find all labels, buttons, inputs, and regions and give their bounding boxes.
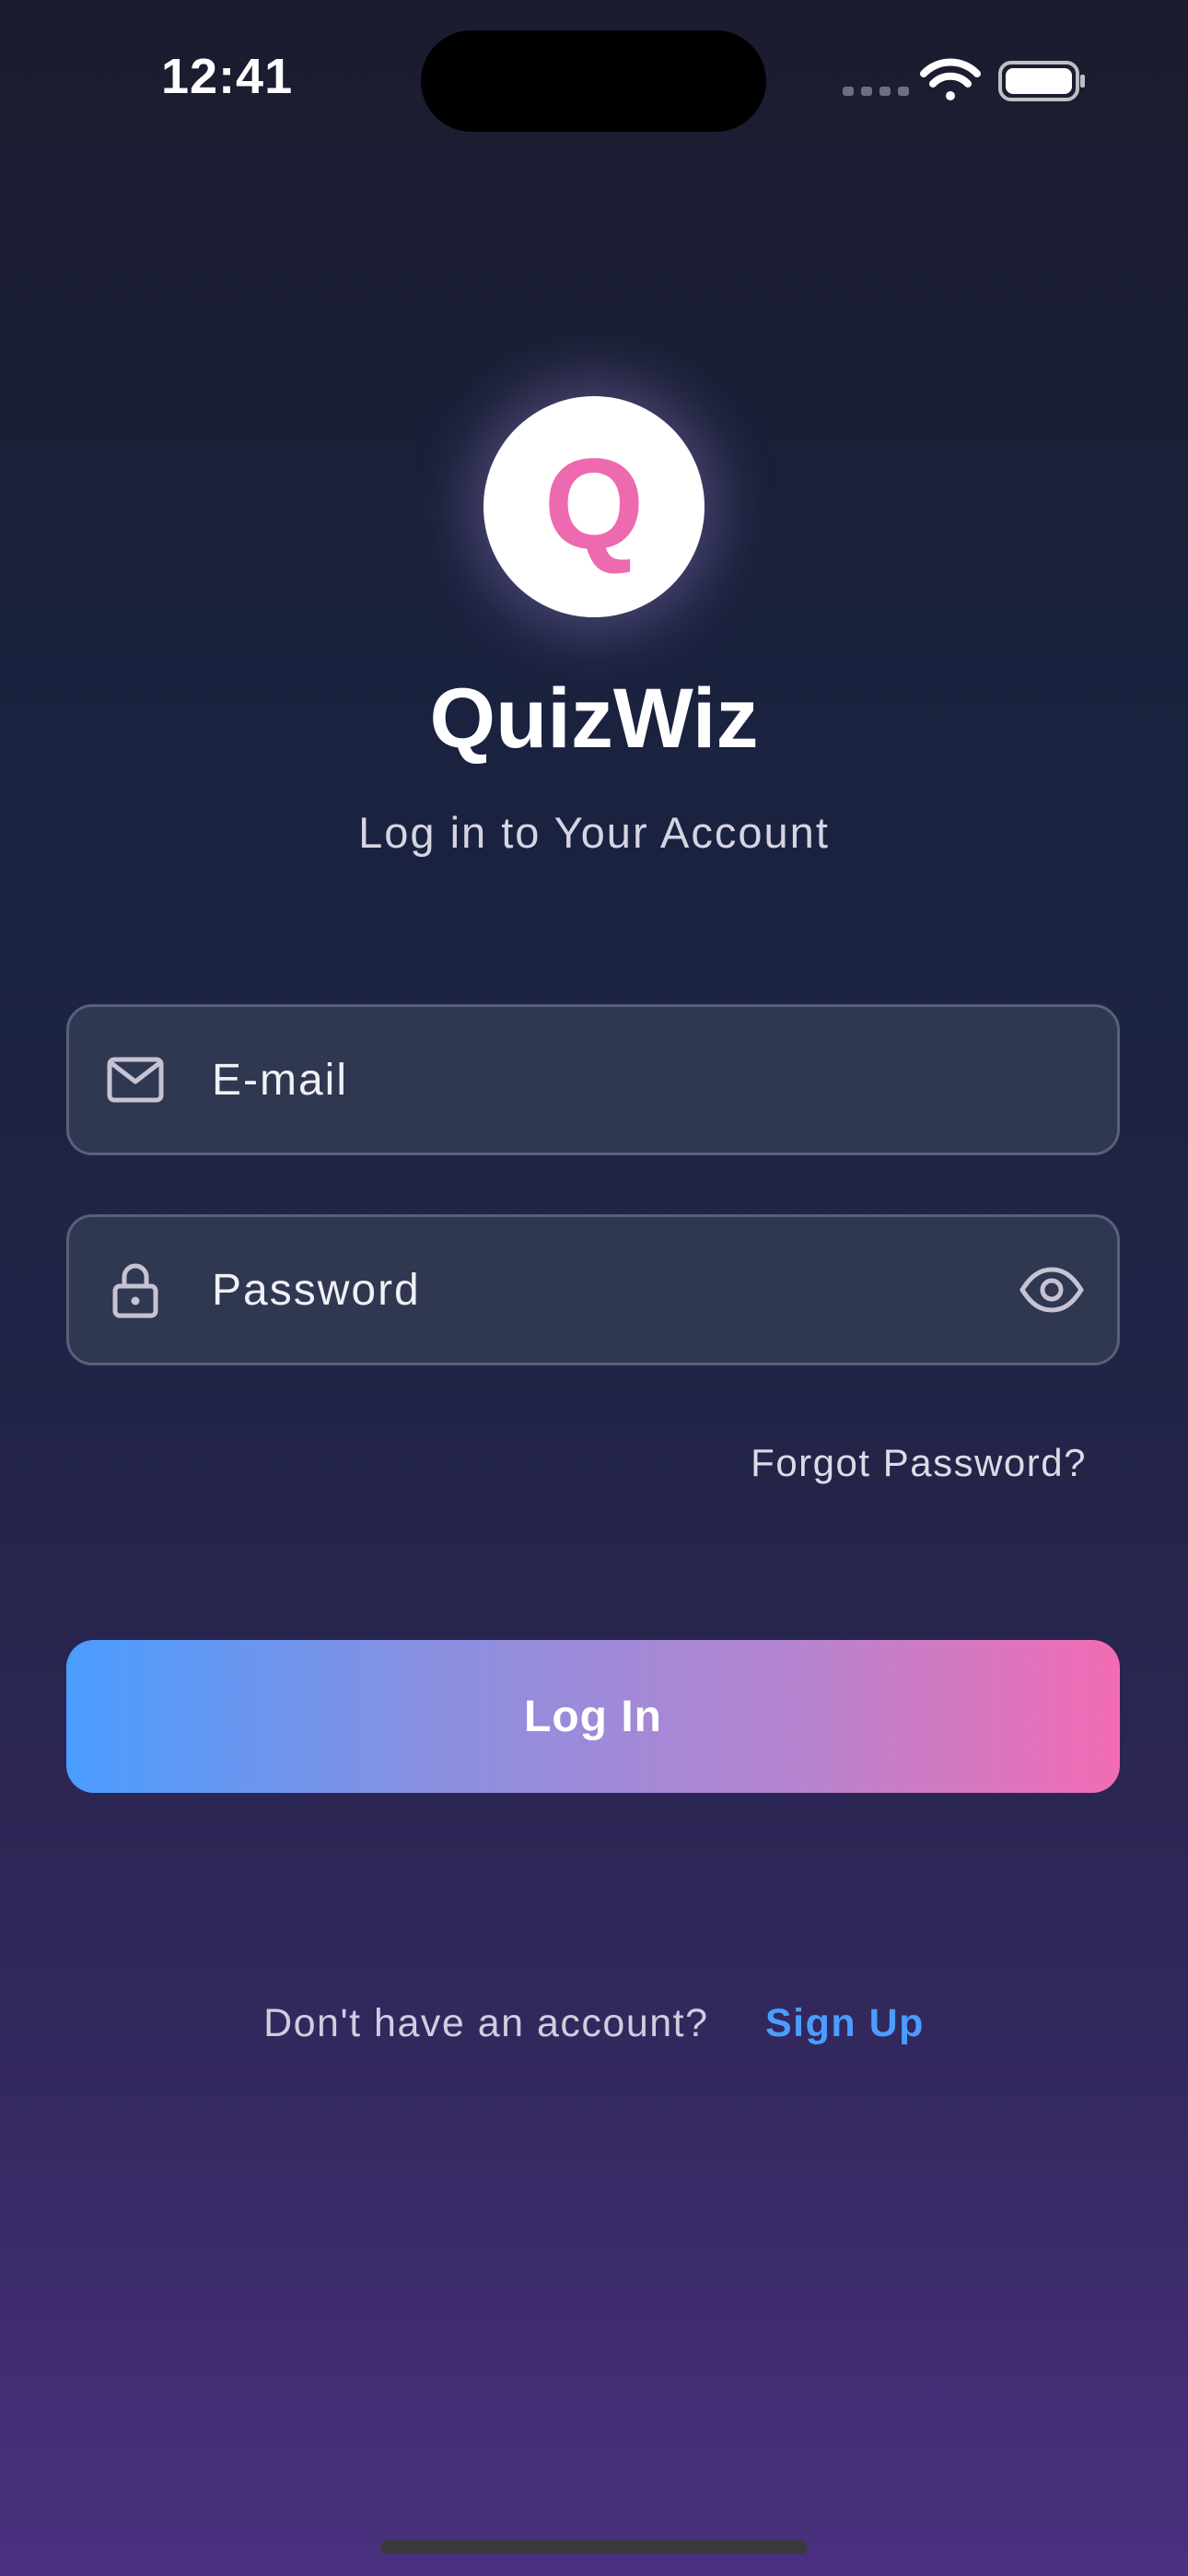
wifi-icon (920, 58, 981, 100)
page-subtitle: Log in to Your Account (358, 808, 830, 857)
login-button[interactable]: Log In (66, 1640, 1120, 1793)
status-time: 12:41 (161, 49, 294, 104)
email-field[interactable] (66, 1004, 1120, 1155)
battery-icon (998, 61, 1085, 101)
dynamic-island (421, 30, 766, 132)
cellular-signal-icon (843, 87, 909, 96)
forgot-password-link[interactable]: Forgot Password? (751, 1441, 1087, 1485)
status-icons (843, 58, 1085, 101)
password-field[interactable] (66, 1214, 1120, 1365)
home-indicator[interactable] (380, 2540, 808, 2554)
logo-letter: Q (543, 431, 645, 576)
signup-prompt: Don't have an account? (263, 2001, 709, 2045)
app-title: QuizWiz (429, 672, 759, 766)
signup-link[interactable]: Sign Up (765, 2001, 925, 2045)
app-logo: Q (483, 396, 705, 617)
lock-icon (112, 1263, 158, 1318)
mail-icon (107, 1057, 164, 1103)
signup-row: Don't have an account? Sign Up (0, 2001, 1188, 2046)
email-input[interactable] (212, 1007, 988, 1153)
eye-icon[interactable] (1019, 1257, 1085, 1323)
password-input[interactable] (212, 1217, 988, 1363)
